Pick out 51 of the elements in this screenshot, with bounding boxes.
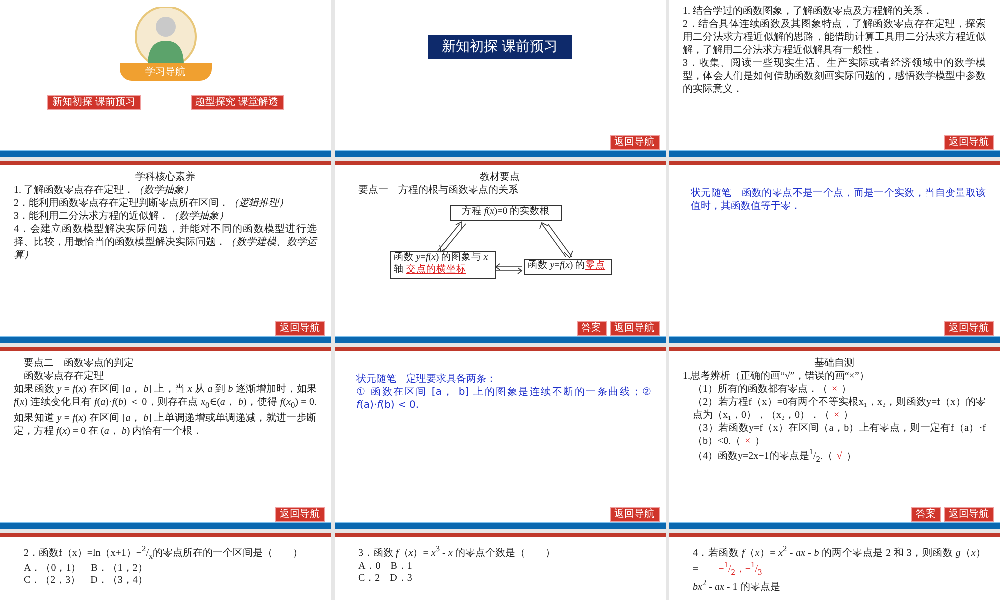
slide-title: 教材要点 bbox=[479, 171, 521, 184]
answer-button[interactable]: 答案 bbox=[911, 506, 941, 522]
diagram-box: 函数 y=f(x) 的图象与 x 轴 交点的横坐标 bbox=[390, 251, 496, 279]
note-text: 状元随笔 定理要求具备两条： bbox=[356, 373, 498, 386]
slide-title: 基础自测 bbox=[814, 357, 856, 370]
slide-text: 2．能利用函数零点存在定理判断零点所在区间．（逻辑推理） bbox=[14, 197, 290, 210]
back-nav-button[interactable]: 返回导航 bbox=[944, 320, 994, 336]
nav-link-button[interactable]: 题型探究 课堂解透 bbox=[190, 95, 284, 110]
diagram-box: 函数 y=f(x) 的零点 bbox=[524, 259, 612, 275]
slide-text: 1. 结合学过的函数图象，了解函数零点及方程解的关系． bbox=[683, 5, 934, 18]
back-nav-button[interactable]: 返回导航 bbox=[610, 134, 660, 150]
quiz-item: （2）若方程f（x）=0有两个不等实根x₁，x₂，则函数y=f（x）的零点为（x₁，0），（x₂，0）．（ × ） bbox=[692, 396, 986, 422]
question-text: A．（0，1） B．（1，2） bbox=[24, 562, 149, 576]
question-text: A．0 B．1 bbox=[358, 560, 414, 574]
slide-heading: 函数零点存在定理 bbox=[23, 370, 105, 383]
question-text: C．2 D．3 bbox=[358, 573, 414, 586]
back-nav-button[interactable]: 返回导航 bbox=[610, 506, 660, 522]
question-text: 3．函数 f（x）= x$^{3}$ - x 的零点个数是（ ） bbox=[358, 545, 556, 561]
question-text: C．（2，3） D．（3，4） bbox=[24, 575, 149, 588]
slide-heading: 要点二 函数零点的判定 bbox=[23, 357, 135, 370]
slide-text: 2．结合具体连续函数及其图象特点，了解函数零点存在定理，探索用二分法求方程近似解的思路，能借助计算工具用二分法求方程近似解，了解用二分法求方程近似解具有一般性． bbox=[683, 18, 986, 57]
slide-text: 4．会建立函数模型解决实际问题，并能对不同的函数模型进行选择、比较，用最恰当的函数模型解决实际问题．（数学建模、数学运算） bbox=[14, 223, 317, 262]
slide-text: 如果函数 y = f(x) 在区间 [a， b] 上，当 x 从 a 到 b 逐渐增加时，如果 f(x) 连续变化且有 f(a)·f(b) ＜ 0，则存在点 x$_{0}$∈(a， b)，使得 f(x$_{0}$) = 0. 如果知道 y = f(x) 在区间 [a， b] 上单调递增或单调递减，就进一步断定，方程 f(x) = 0 在 (a， b) 内恰有一个根． bbox=[14, 383, 317, 438]
note-text: ① 函数在区间 [a， b] 上的图象是连续不断的一条曲线；② f(a)·f(b) < 0. bbox=[356, 386, 652, 412]
banner-ribbon: 学习导航 bbox=[120, 63, 212, 81]
question-text: bx$^{2}$ - ax - 1 的零点是 bbox=[693, 578, 782, 594]
nav-link-button[interactable]: 新知初探 课前预习 bbox=[47, 95, 140, 110]
back-nav-button[interactable]: 返回导航 bbox=[275, 506, 325, 522]
double-arrow bbox=[495, 264, 523, 274]
slide-text: 3．收集、阅读一些现实生活、生产实际或者经济领域中的数学模型，体会人们是如何借助函数刻画实际问题的，感悟数学模型中参数的实际意义． bbox=[683, 57, 986, 96]
slide-heading: 要点一 方程的根与函数零点的关系 bbox=[358, 184, 520, 197]
slide-text: 1.思考辨析（正确的画“√”，错误的画“×”） bbox=[683, 370, 870, 383]
answer-button[interactable]: 答案 bbox=[576, 320, 606, 336]
slide-title: 学科核心素养 bbox=[134, 171, 196, 184]
back-nav-button[interactable]: 返回导航 bbox=[944, 134, 994, 150]
section-title: 新知初探 课前预习 bbox=[428, 35, 572, 59]
back-nav-button[interactable]: 返回导航 bbox=[610, 320, 660, 336]
diagram-box: 方程 f(x)=0 的实数根 bbox=[450, 205, 562, 221]
quiz-item: （4）函数y=2x−1的零点是$^{1}$/$_{2}$.（ √ ） bbox=[692, 448, 858, 466]
slide-text: 1. 了解函数零点存在定理．（数学抽象） bbox=[14, 184, 195, 197]
back-nav-button[interactable]: 返回导航 bbox=[944, 506, 994, 522]
double-arrow bbox=[438, 221, 466, 253]
back-nav-button[interactable]: 返回导航 bbox=[275, 320, 325, 336]
quiz-item: （3）若函数y=f（x）在区间（a，b）上有零点，则一定有f（a）·f（b）<0.（ × ） bbox=[692, 422, 986, 448]
answer-text: −$^{1}$/$_{2}$，−$^{1}$/$_{3}$ bbox=[718, 564, 762, 576]
quiz-item: （1）所有的函数都有零点．（ × ） bbox=[692, 383, 853, 396]
slide-text: 3．能利用二分法求方程的近似解．（数学抽象） bbox=[14, 210, 230, 223]
note-text: 状元随笔 函数的零点不是一个点，而是一个实数，当自变量取该值时，其函数值等于零． bbox=[691, 187, 986, 213]
double-arrow bbox=[540, 222, 574, 259]
question-text: 4．若函数 f（x）= x$^{2}$ - ax - b 的两个零点是 2 和 3，则函数 g（x）= −$^{1}$/$_{2}$，−$^{1}$/$_{3}$ bbox=[693, 545, 986, 579]
question-text: 2．函数f（x）=ln（x+1）−$^{2}$/$_{x}$的零点所在的一个区间是（ ） bbox=[24, 545, 304, 563]
